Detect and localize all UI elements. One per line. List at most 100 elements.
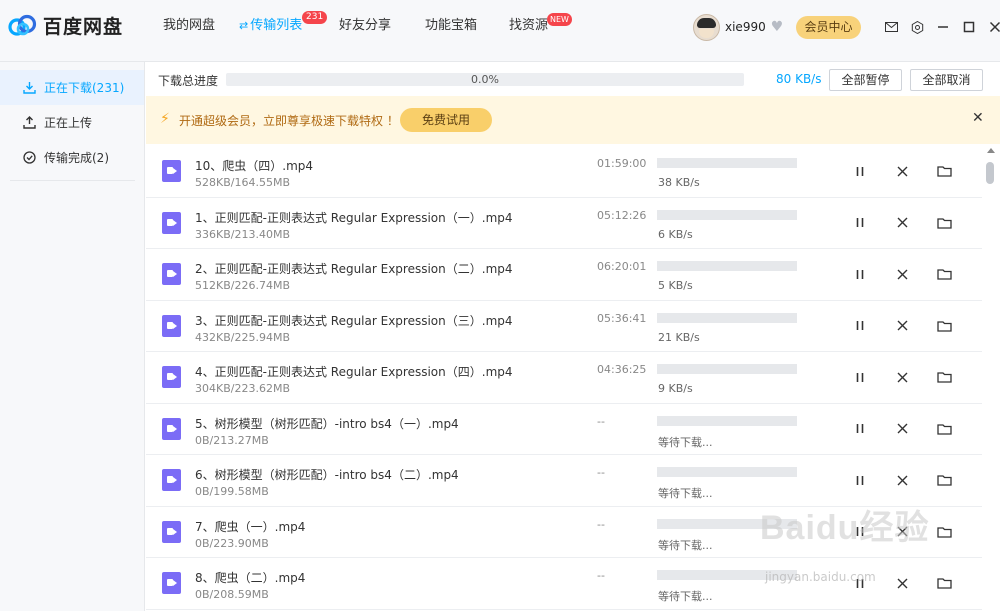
list-item[interactable]: 5、树形模型（树形匹配）-intro bs4（一）.mp4 0B/213.27MB… xyxy=(146,404,982,455)
folder-icon[interactable] xyxy=(936,368,952,386)
file-progress-bar xyxy=(657,261,797,271)
cancel-icon[interactable] xyxy=(894,162,910,180)
pause-icon[interactable] xyxy=(852,420,868,438)
lightning-icon: ⚡ xyxy=(160,111,170,127)
app-name: 百度网盘 xyxy=(43,15,124,38)
window-controls xyxy=(880,16,1000,38)
video-file-icon xyxy=(162,366,181,388)
file-size: 0B/199.58MB xyxy=(195,485,269,498)
nav-friend-share[interactable]: 好友分享 xyxy=(339,0,425,52)
nav-transfer-list[interactable]: ⇄ 传输列表 231 xyxy=(239,0,339,52)
transfer-count-badge: 231 xyxy=(302,11,328,24)
watermark-logo: Baidu经验 xyxy=(760,509,930,547)
pause-icon[interactable] xyxy=(852,265,868,283)
close-icon[interactable]: ✕ xyxy=(972,110,984,126)
new-badge: NEW xyxy=(547,13,572,26)
watermark-url: jingyan.baidu.com xyxy=(765,570,876,584)
file-progress-bar xyxy=(657,364,797,374)
sidebar-item-label: 正在下载(231) xyxy=(44,81,125,95)
free-trial-button[interactable]: 免费试用 xyxy=(400,108,492,132)
video-file-icon xyxy=(162,469,181,491)
sidebar-divider xyxy=(10,180,135,181)
download-speed: 21 KB/s xyxy=(658,330,700,344)
file-name: 4、正则匹配-正则表达式 Regular Expression（四）.mp4 xyxy=(195,365,513,379)
download-speed: 38 KB/s xyxy=(658,176,700,189)
pause-icon[interactable] xyxy=(852,317,868,335)
remaining-time: 06:20:01 xyxy=(597,260,647,273)
pause-icon[interactable] xyxy=(852,471,868,489)
list-item[interactable]: 10、爬虫（四）.mp4 528KB/164.55MB 01:59:00 38 KB/… xyxy=(146,146,982,198)
pause-icon[interactable] xyxy=(852,162,868,180)
cancel-icon[interactable] xyxy=(894,317,910,335)
file-size: 0B/223.90MB xyxy=(195,536,269,550)
folder-icon[interactable] xyxy=(936,265,952,283)
nav-label: 好友分享 xyxy=(339,18,392,33)
vip-promo-banner: ⚡ 开通超级会员，立即尊享极速下载特权 ！ 免费试用 ✕ xyxy=(146,96,1000,144)
video-file-icon xyxy=(162,211,181,234)
file-size: 512KB/226.74MB xyxy=(195,279,290,292)
username: xie990 xyxy=(725,20,766,34)
file-size: 0B/213.27MB xyxy=(195,433,269,447)
cancel-icon[interactable] xyxy=(894,214,910,232)
scrollbar[interactable] xyxy=(984,146,998,611)
sidebar-item-uploading[interactable]: 正在上传 xyxy=(0,105,144,140)
folder-icon[interactable] xyxy=(936,471,952,489)
remaining-time: -- xyxy=(597,466,605,479)
pause-icon[interactable] xyxy=(852,368,868,386)
cancel-icon[interactable] xyxy=(894,368,910,386)
folder-icon[interactable] xyxy=(936,523,952,541)
settings-icon[interactable] xyxy=(906,16,928,38)
remaining-time: 05:36:41 xyxy=(597,311,647,325)
file-size: 304KB/223.62MB xyxy=(195,382,290,395)
video-file-icon xyxy=(162,417,181,440)
file-name: 5、树形模型（树形匹配）-intro bs4（一）.mp4 xyxy=(195,416,459,431)
pause-icon[interactable] xyxy=(852,214,868,232)
total-progress-row: 下载总进度 0.0% 80 KB/s 全部暂停 全部取消 xyxy=(146,62,1000,96)
file-size: 0B/208.59MB xyxy=(195,588,269,601)
maximize-icon[interactable] xyxy=(958,16,980,38)
folder-icon[interactable] xyxy=(936,317,952,335)
download-speed: 等待下载... xyxy=(658,590,713,603)
minimize-icon[interactable] xyxy=(932,16,954,38)
cancel-icon[interactable] xyxy=(894,574,910,592)
check-circle-icon xyxy=(22,151,36,165)
list-item[interactable]: 6、树形模型（树形匹配）-intro bs4（二）.mp4 0B/199.58MB… xyxy=(146,455,982,507)
list-item[interactable]: 3、正则匹配-正则表达式 Regular Expression（三）.mp4 43… xyxy=(146,301,982,352)
remaining-time: -- xyxy=(597,517,605,531)
download-speed: 5 KB/s xyxy=(658,279,693,292)
list-item[interactable]: 1、正则匹配-正则表达式 Regular Expression（一）.mp4 33… xyxy=(146,198,982,249)
file-name: 2、正则匹配-正则表达式 Regular Expression（二）.mp4 xyxy=(195,262,513,276)
sidebar-item-label: 正在上传 xyxy=(44,116,93,130)
sidebar-item-downloading[interactable]: 正在下载(231) xyxy=(0,70,144,105)
user-area[interactable]: xie990 ♥ xyxy=(693,13,783,41)
pause-all-button[interactable]: 全部暂停 xyxy=(829,69,902,91)
cancel-icon[interactable] xyxy=(894,471,910,489)
folder-icon[interactable] xyxy=(936,214,952,232)
nav-find-resources[interactable]: 找资源 NEW xyxy=(509,0,589,52)
remaining-time: -- xyxy=(597,414,605,428)
transfer-arrows-icon: ⇄ xyxy=(239,19,249,32)
vip-level-icon: ♥ xyxy=(770,19,784,35)
mail-icon[interactable] xyxy=(880,16,902,38)
main-nav: 我的网盘 ⇄ 传输列表 231 好友分享 功能宝箱 找资源 NEW xyxy=(163,0,589,52)
list-item[interactable]: 4、正则匹配-正则表达式 Regular Expression（四）.mp4 30… xyxy=(146,352,982,404)
download-speed: 等待下载... xyxy=(658,435,713,449)
file-size: 432KB/225.94MB xyxy=(195,330,290,344)
nav-my-disk[interactable]: 我的网盘 xyxy=(163,0,239,52)
cancel-icon[interactable] xyxy=(894,420,910,438)
close-icon[interactable] xyxy=(984,16,1000,38)
folder-icon[interactable] xyxy=(936,574,952,592)
sidebar-item-completed[interactable]: 传输完成(2) xyxy=(0,140,144,175)
folder-icon[interactable] xyxy=(936,420,952,438)
file-progress-bar xyxy=(657,415,797,426)
cancel-all-button[interactable]: 全部取消 xyxy=(910,69,983,91)
folder-icon[interactable] xyxy=(936,162,952,180)
app-logo: 百度网盘 xyxy=(8,10,123,40)
scrollbar-thumb[interactable] xyxy=(986,162,994,184)
scroll-up-icon[interactable] xyxy=(987,148,995,153)
avatar[interactable] xyxy=(693,13,720,41)
nav-toolbox[interactable]: 功能宝箱 xyxy=(425,0,509,52)
cancel-icon[interactable] xyxy=(894,265,910,283)
list-item[interactable]: 2、正则匹配-正则表达式 Regular Expression（二）.mp4 51… xyxy=(146,249,982,301)
vip-center-button[interactable]: 会员中心 xyxy=(796,16,861,39)
